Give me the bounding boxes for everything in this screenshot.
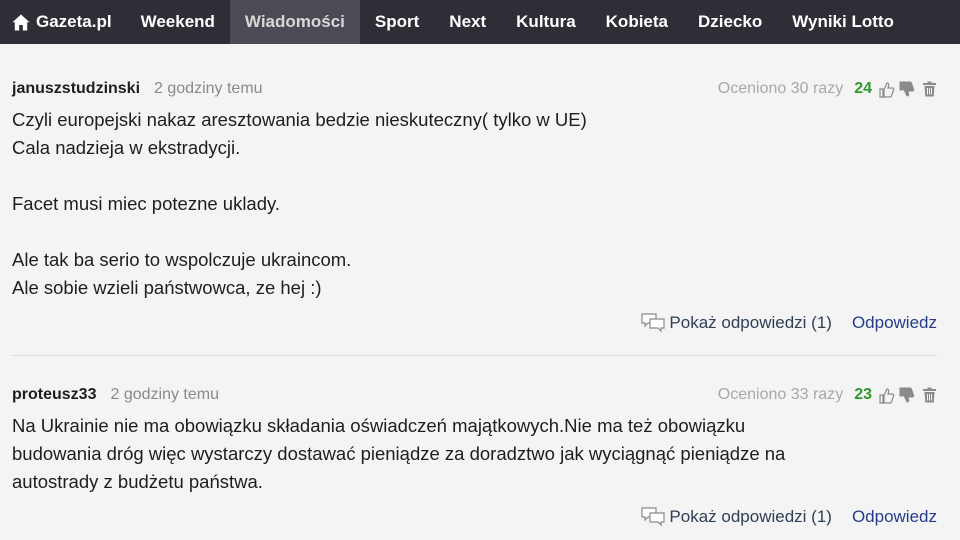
nav-home-label: Gazeta.pl xyxy=(36,12,112,31)
show-replies-button[interactable]: Pokaż odpowiedzi (1) xyxy=(641,507,832,527)
comment-line: Facet musi miec potezne uklady. xyxy=(12,193,281,214)
comments-list: januszstudzinski 2 godziny temu Oceniono… xyxy=(0,44,960,529)
nav-item-dziecko[interactable]: Dziecko xyxy=(683,0,777,44)
thumbs-down-icon[interactable] xyxy=(898,81,915,98)
trash-icon[interactable] xyxy=(922,387,937,403)
top-navigation: Gazeta.pl Weekend Wiadomości Sport Next … xyxy=(0,0,960,44)
comment-author[interactable]: proteusz33 xyxy=(12,386,96,404)
show-replies-button[interactable]: Pokaż odpowiedzi (1) xyxy=(641,313,832,333)
nav-item-kultura[interactable]: Kultura xyxy=(501,0,591,44)
comment-time: 2 godziny temu xyxy=(110,386,219,403)
reply-button[interactable]: Odpowiedz xyxy=(852,313,937,333)
show-replies-label: Pokaż odpowiedzi (1) xyxy=(669,313,832,332)
comment-body: Czyli europejski nakaz aresztowania bedz… xyxy=(12,106,937,302)
thumbs-down-icon[interactable] xyxy=(898,387,915,404)
nav-item-kobieta[interactable]: Kobieta xyxy=(591,0,683,44)
comment-body: Na Ukrainie nie ma obowiązku składania o… xyxy=(12,412,937,496)
rating-score: 23 xyxy=(854,386,872,403)
comment-line: Czyli europejski nakaz aresztowania bedz… xyxy=(12,109,587,130)
comment-header: proteusz33 2 godziny temu Oceniono 33 ra… xyxy=(12,384,937,406)
comment: proteusz33 2 godziny temu Oceniono 33 ra… xyxy=(12,356,937,529)
comment-blank-line xyxy=(12,162,937,190)
comment-line: Na Ukrainie nie ma obowiązku składania o… xyxy=(12,415,746,436)
trash-icon[interactable] xyxy=(922,81,937,97)
nav-item-wiadomosci[interactable]: Wiadomości xyxy=(229,0,360,44)
comment-actions: Pokaż odpowiedzi (1) Odpowiedz xyxy=(12,311,937,335)
comment-line: Cala nadzieja w ekstradycji. xyxy=(12,137,241,158)
nav-item-wyniki-lotto[interactable]: Wyniki Lotto xyxy=(777,0,909,44)
show-replies-label: Pokaż odpowiedzi (1) xyxy=(669,507,832,526)
rating-score: 24 xyxy=(854,80,872,97)
comment: januszstudzinski 2 godziny temu Oceniono… xyxy=(12,44,937,356)
comment-time: 2 godziny temu xyxy=(154,80,263,97)
comment-rating: Oceniono 30 razy 24 xyxy=(718,80,937,98)
nav-item-next[interactable]: Next xyxy=(434,0,501,44)
nav-home-link[interactable]: Gazeta.pl xyxy=(0,0,126,44)
comment-line: autostrady z budżetu państwa. xyxy=(12,471,263,492)
comment-line: Ale sobie wzieli państwowca, ze hej :) xyxy=(12,277,322,298)
comment-line: Ale tak ba serio to wspolczuje ukraincom… xyxy=(12,249,352,270)
thumbs-up-icon[interactable] xyxy=(878,387,895,404)
comment-line: budowania dróg więc wystarczy dostawać p… xyxy=(12,443,786,464)
rating-count: Oceniono 33 razy xyxy=(717,386,844,403)
thumbs-up-icon[interactable] xyxy=(878,81,895,98)
home-icon xyxy=(12,14,30,30)
comment-rating: Oceniono 33 razy 23 xyxy=(718,386,937,404)
comment-actions: Pokaż odpowiedzi (1) Odpowiedz xyxy=(12,505,937,529)
nav-item-sport[interactable]: Sport xyxy=(360,0,434,44)
speech-bubbles-icon xyxy=(641,507,666,527)
speech-bubbles-icon xyxy=(641,313,666,333)
nav-item-weekend[interactable]: Weekend xyxy=(126,0,230,44)
comment-author[interactable]: januszstudzinski xyxy=(12,80,140,98)
rating-count: Oceniono 30 razy xyxy=(717,80,844,97)
comment-blank-line xyxy=(12,218,937,246)
comment-header: januszstudzinski 2 godziny temu Oceniono… xyxy=(12,78,937,100)
reply-button[interactable]: Odpowiedz xyxy=(852,507,937,527)
